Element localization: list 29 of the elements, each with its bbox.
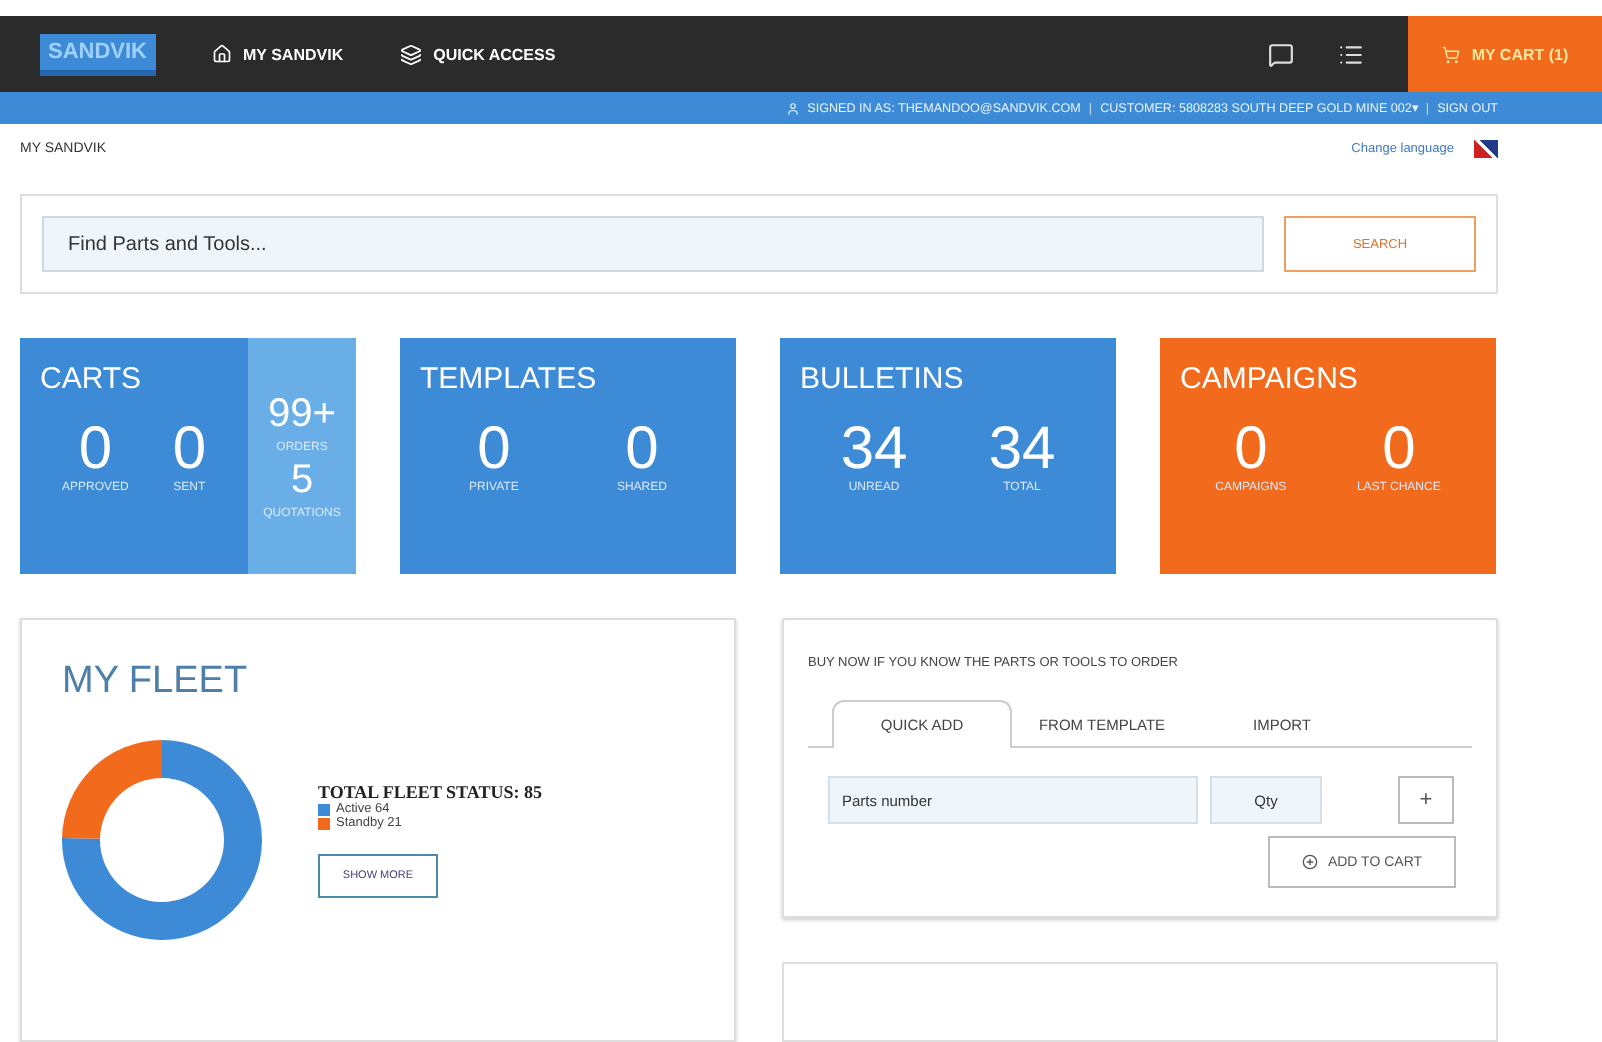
stat-value: 0 [172, 416, 206, 482]
stat-value: 0 [1234, 416, 1268, 482]
plus-circle-icon [1301, 854, 1318, 870]
add-row-button[interactable]: + [1398, 776, 1454, 824]
stat-value: 99+ [268, 392, 336, 438]
stat-value: 5 [290, 458, 314, 504]
search-field[interactable]: Find Parts and Tools... [42, 216, 1264, 272]
fleet-status-title: TOTAL FLEET STATUS: 85 [318, 782, 542, 802]
stat-value: 0 [477, 416, 511, 482]
cart-button[interactable]: MY CART (1) [1408, 16, 1602, 92]
stat-value: 34 [840, 416, 908, 482]
layers-icon [399, 43, 422, 65]
stat-value: 34 [988, 416, 1056, 482]
nav-link[interactable]: MY SANDVIK [211, 44, 344, 64]
user-icon [785, 101, 800, 115]
tile-title: CAMPAIGNS [1180, 362, 1360, 396]
card-title: MY FLEET [62, 660, 250, 704]
tile-title: BULLETINS [800, 362, 966, 396]
home-icon [211, 44, 232, 64]
flag-icon[interactable] [1474, 140, 1498, 158]
stat-value: 0 [1382, 416, 1416, 482]
nav-link[interactable]: QUICK ACCESS [399, 43, 556, 65]
stat-value: 0 [625, 416, 659, 482]
list-icon[interactable] [1338, 41, 1364, 67]
tile-title: TEMPLATES [420, 362, 599, 396]
stat-value: 0 [78, 416, 112, 482]
tile-title: CARTS [40, 362, 144, 396]
chat-icon[interactable] [1268, 41, 1294, 67]
cart-icon [1441, 45, 1460, 63]
